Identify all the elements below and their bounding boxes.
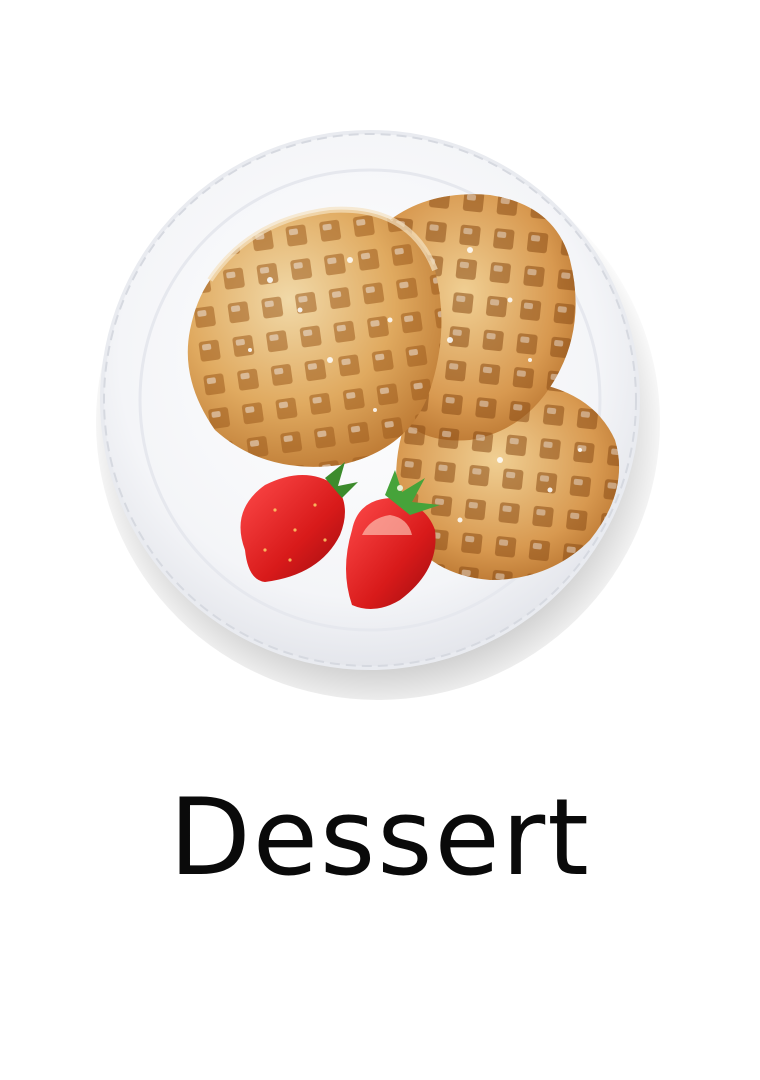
category-title: Dessert bbox=[169, 776, 591, 899]
waffles-plate-illustration bbox=[96, 130, 660, 700]
category-card[interactable]: Dessert bbox=[0, 0, 760, 1080]
dessert-image bbox=[90, 110, 660, 700]
